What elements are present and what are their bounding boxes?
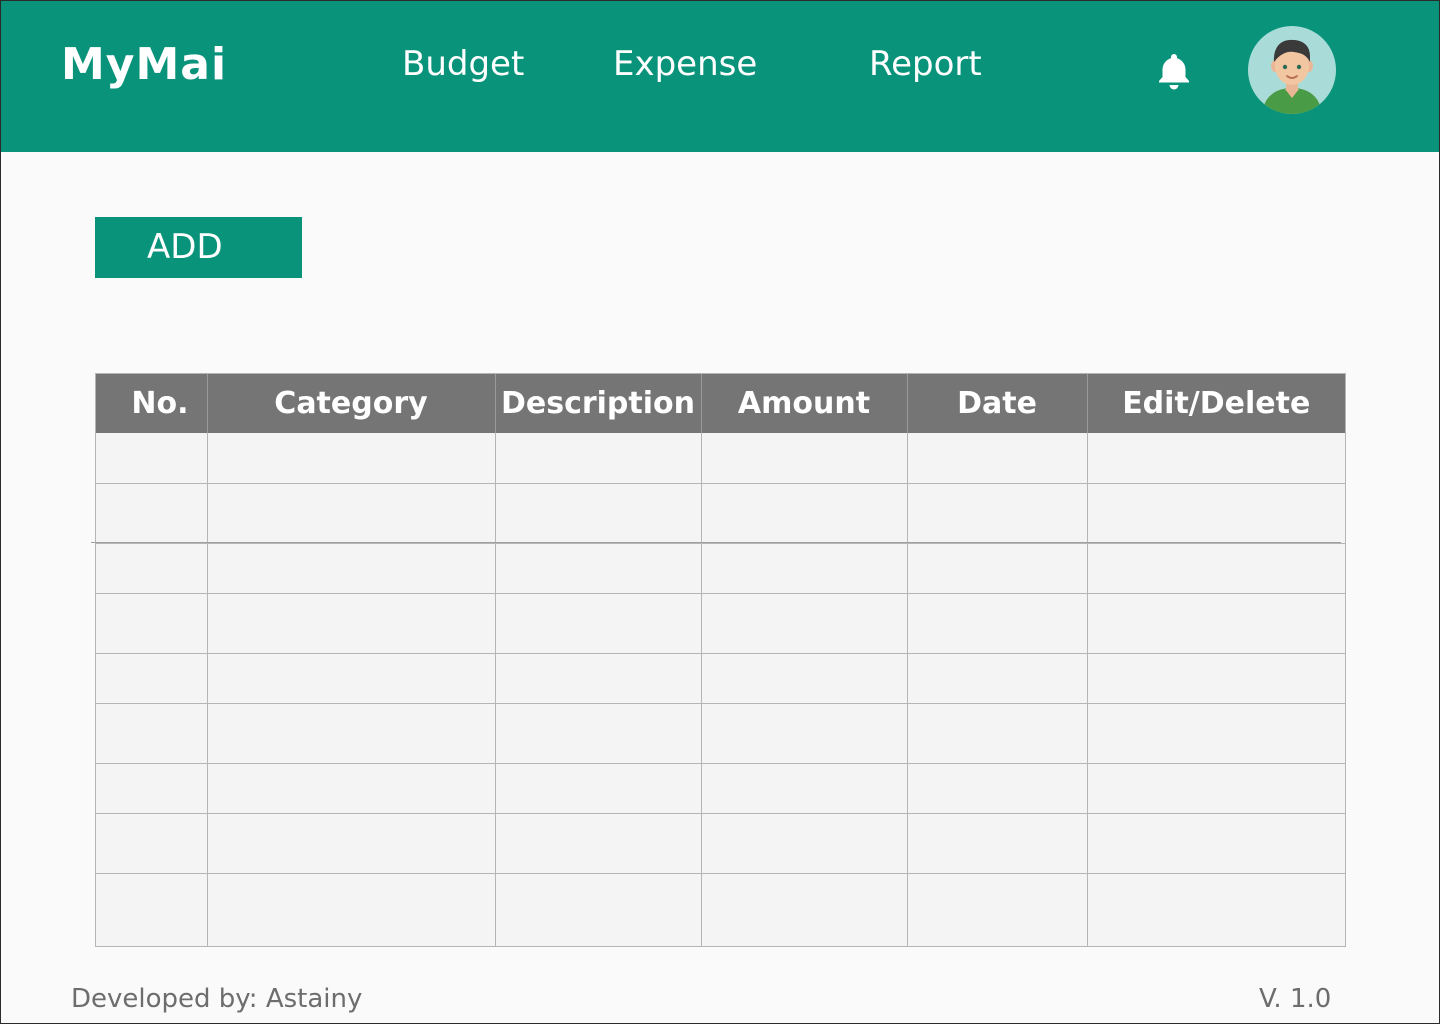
bell-icon[interactable]	[1154, 51, 1194, 91]
table-cell	[907, 483, 1088, 544]
table-cell	[495, 543, 702, 594]
column-header-date[interactable]: Date	[907, 374, 1088, 433]
table-cell	[96, 813, 208, 874]
nav-report[interactable]: Report	[869, 47, 982, 81]
table-cell	[96, 543, 208, 594]
column-header-edit-delete[interactable]: Edit/Delete	[1087, 374, 1345, 433]
column-header-no[interactable]: No.	[96, 374, 208, 433]
table-row	[96, 763, 1345, 814]
table-cell	[495, 763, 702, 814]
table-cell	[907, 543, 1088, 594]
table-cell	[207, 593, 496, 654]
divider-line	[91, 542, 1341, 543]
table-cell	[96, 873, 208, 946]
table-cell[interactable]	[1087, 543, 1345, 594]
column-header-amount[interactable]: Amount	[701, 374, 908, 433]
table-cell	[207, 703, 496, 764]
table-row	[96, 543, 1345, 594]
app-version: V. 1.0	[1259, 984, 1332, 1014]
table-cell	[96, 703, 208, 764]
table-cell	[907, 813, 1088, 874]
table-cell	[907, 593, 1088, 654]
user-avatar[interactable]	[1248, 26, 1336, 114]
table-cell	[96, 483, 208, 544]
table-row	[96, 813, 1345, 874]
table-cell	[207, 813, 496, 874]
table-cell[interactable]	[1087, 483, 1345, 544]
expense-table: No. Category Description Amount Date Edi…	[95, 373, 1346, 947]
table-cell	[701, 543, 908, 594]
table-cell	[495, 433, 702, 484]
table-cell[interactable]	[1087, 873, 1345, 946]
table-cell	[495, 703, 702, 764]
table-cell	[701, 433, 908, 484]
table-cell	[701, 873, 908, 946]
table-cell	[701, 483, 908, 544]
table-row	[96, 653, 1345, 704]
table-cell[interactable]	[1087, 653, 1345, 704]
table-row	[96, 703, 1345, 764]
table-cell	[207, 653, 496, 704]
table-cell	[96, 763, 208, 814]
table-cell	[96, 653, 208, 704]
table-cell[interactable]	[1087, 813, 1345, 874]
table-cell[interactable]	[1087, 593, 1345, 654]
table-row	[96, 483, 1345, 544]
table-cell	[495, 593, 702, 654]
avatar-graphic	[1262, 39, 1322, 114]
table-cell	[495, 813, 702, 874]
table-cell	[701, 593, 908, 654]
table-cell	[207, 483, 496, 544]
bell-icon-graphic	[1159, 54, 1189, 90]
table-cell	[907, 873, 1088, 946]
table-cell	[907, 433, 1088, 484]
table-cell	[907, 763, 1088, 814]
table-cell	[207, 873, 496, 946]
table-cell[interactable]	[1087, 433, 1345, 484]
app-logo[interactable]: MyMai	[61, 43, 227, 87]
top-navbar: MyMai Budget Expense Report	[1, 1, 1439, 152]
table-cell[interactable]	[1087, 763, 1345, 814]
table-cell	[495, 483, 702, 544]
table-cell	[701, 813, 908, 874]
table-cell	[96, 433, 208, 484]
table-cell	[96, 593, 208, 654]
table-cell	[207, 433, 496, 484]
nav-expense[interactable]: Expense	[613, 47, 757, 81]
table-header-row: No. Category Description Amount Date Edi…	[96, 374, 1345, 433]
table-cell	[907, 703, 1088, 764]
table-row	[96, 873, 1345, 946]
column-header-category[interactable]: Category	[207, 374, 496, 433]
add-expense-button[interactable]: ADD	[95, 217, 302, 278]
table-cell	[701, 653, 908, 704]
table-cell	[701, 763, 908, 814]
table-row	[96, 593, 1345, 654]
developer-credit: Developed by: Astainy	[71, 984, 363, 1014]
table-cell	[207, 763, 496, 814]
table-cell	[495, 873, 702, 946]
column-header-description[interactable]: Description	[495, 374, 702, 433]
table-row	[96, 433, 1345, 484]
table-cell[interactable]	[1087, 703, 1345, 764]
nav-budget[interactable]: Budget	[402, 47, 524, 81]
table-cell	[495, 653, 702, 704]
table-cell	[907, 653, 1088, 704]
table-cell	[701, 703, 908, 764]
table-cell	[207, 543, 496, 594]
